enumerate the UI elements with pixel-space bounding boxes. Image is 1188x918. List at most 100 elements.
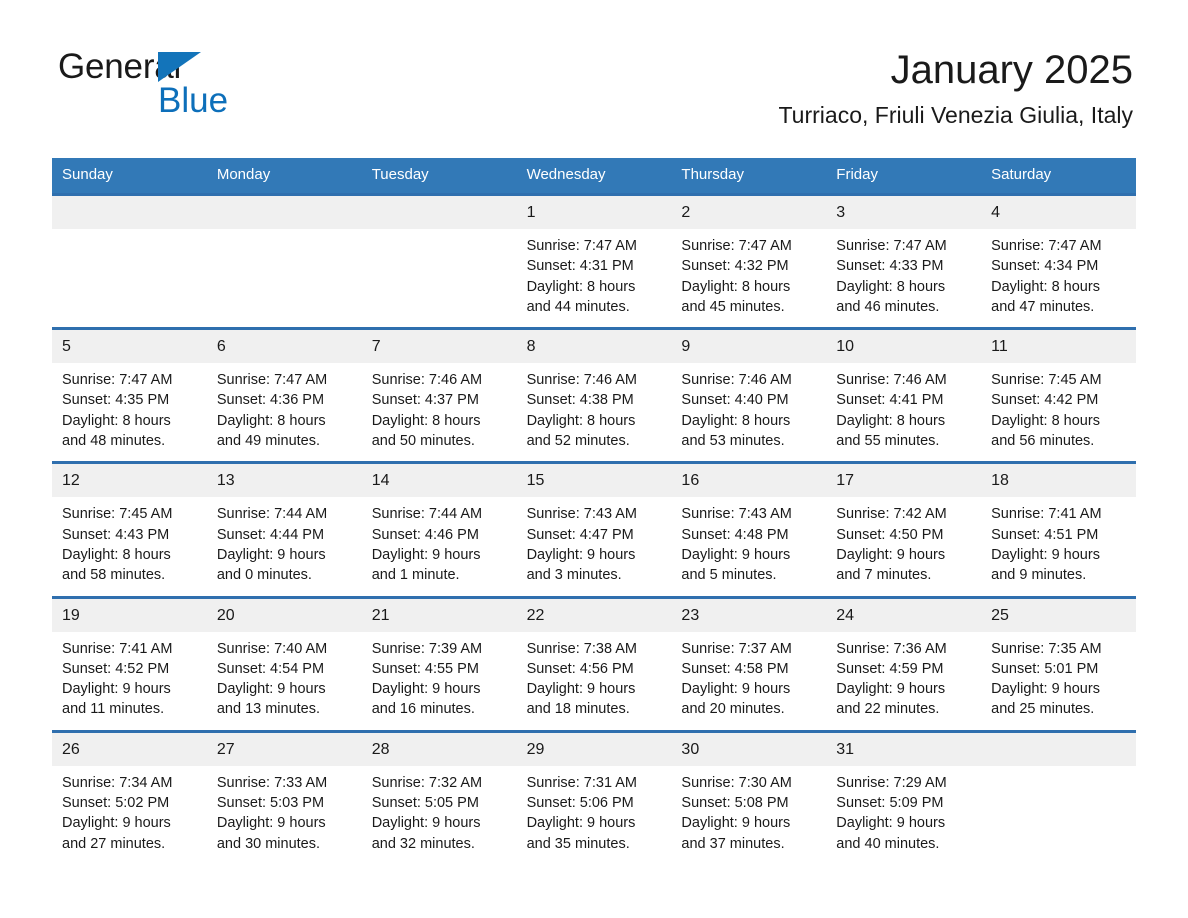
day-number[interactable]: 4 [981,196,1136,229]
sunrise-text: Sunrise: 7:47 AM [991,238,1102,254]
sunrise-text: Sunrise: 7:38 AM [526,640,637,657]
day-cell [981,766,1136,864]
sunset-text: Sunset: 4:35 PM [62,392,170,409]
day-cell[interactable]: Sunrise: 7:46 AM Sunset: 4:40 PM Dayligh… [671,363,826,461]
day-number[interactable]: 29 [517,733,672,766]
weekday-header-friday: Friday [836,166,878,183]
day-cell[interactable]: Sunrise: 7:44 AM Sunset: 4:46 PM Dayligh… [362,497,517,595]
day-number[interactable]: 26 [52,733,207,766]
day-number[interactable]: 19 [52,599,207,632]
daylight-text-line1: Daylight: 9 hours [991,546,1100,563]
day-number[interactable]: 14 [362,464,517,497]
sunrise-text: Sunrise: 7:47 AM [216,372,328,389]
sunrise-text: Sunrise: 7:29 AM [836,774,947,791]
day-number[interactable]: 8 [517,330,672,363]
day-cell[interactable]: Sunrise: 7:35 AM Sunset: 5:01 PM Dayligh… [981,632,1136,730]
day-cell[interactable]: Sunrise: 7:44 AM Sunset: 4:44 PM Dayligh… [207,497,362,595]
day-cell[interactable]: Sunrise: 7:41 AM Sunset: 4:52 PM Dayligh… [52,632,207,730]
day-cell[interactable]: Sunrise: 7:32 AM Sunset: 5:05 PM Dayligh… [362,766,517,864]
day-cell[interactable]: Sunrise: 7:33 AM Sunset: 5:03 PM Dayligh… [207,766,362,864]
day-cell[interactable]: Sunrise: 7:47 AM Sunset: 4:33 PM Dayligh… [826,229,981,327]
page-subtitle: Turriaco, Friuli Venezia Giulia, Italy [778,102,1133,128]
sunset-text: Sunset: 4:42 PM [991,392,1099,409]
daylight-text-line1: Daylight: 8 hours [681,412,791,429]
sunrise-text: Sunrise: 7:35 AM [991,640,1102,657]
daylight-text-line1: Daylight: 9 hours [62,681,171,698]
day-cell[interactable]: Sunrise: 7:31 AM Sunset: 5:06 PM Dayligh… [517,766,672,864]
day-cell[interactable]: Sunrise: 7:47 AM Sunset: 4:36 PM Dayligh… [207,363,362,461]
daylight-text-line2: and 45 minutes. [681,298,785,315]
sunrise-text: Sunrise: 7:32 AM [371,774,483,791]
day-cell[interactable]: Sunrise: 7:43 AM Sunset: 4:47 PM Dayligh… [517,497,672,595]
day-cell[interactable]: Sunrise: 7:47 AM Sunset: 4:35 PM Dayligh… [52,363,207,461]
day-number[interactable]: 25 [981,599,1136,632]
day-number[interactable]: 11 [981,330,1136,363]
day-number[interactable] [981,733,1136,766]
day-cell[interactable]: Sunrise: 7:40 AM Sunset: 4:54 PM Dayligh… [207,632,362,730]
day-number[interactable]: 3 [826,196,981,229]
day-number[interactable]: 13 [207,464,362,497]
daylight-text-line2: and 22 minutes. [836,701,940,718]
calendar-grid: Sunday Monday Tuesday Wednesday Thursday… [52,158,1136,864]
day-number[interactable]: 7 [362,330,517,363]
day-number[interactable]: 6 [207,330,362,363]
logo-text-blue: Blue [158,81,229,120]
day-cell[interactable]: Sunrise: 7:47 AM Sunset: 4:31 PM Dayligh… [517,229,672,327]
day-number[interactable]: 12 [52,464,207,497]
day-number[interactable]: 22 [517,599,672,632]
day-number[interactable]: 27 [207,733,362,766]
day-number[interactable]: 10 [826,330,981,363]
day-cell[interactable]: Sunrise: 7:36 AM Sunset: 4:59 PM Dayligh… [826,632,981,730]
day-number[interactable] [207,196,362,229]
day-cell[interactable]: Sunrise: 7:30 AM Sunset: 5:08 PM Dayligh… [671,766,826,864]
day-cell[interactable]: Sunrise: 7:34 AM Sunset: 5:02 PM Dayligh… [52,766,207,864]
day-number[interactable]: 16 [671,464,826,497]
day-number[interactable]: 30 [671,733,826,766]
daylight-text-line1: Daylight: 9 hours [836,681,946,698]
sunrise-text: Sunrise: 7:34 AM [62,774,173,791]
day-number[interactable]: 1 [517,196,672,229]
day-cell[interactable]: Sunrise: 7:29 AM Sunset: 5:09 PM Dayligh… [826,766,981,864]
day-number[interactable]: 21 [362,599,517,632]
daylight-text-line1: Daylight: 8 hours [62,546,171,563]
calendar-page: General Blue January 2025 Turriaco, Friu… [0,0,1188,918]
day-cell[interactable]: Sunrise: 7:41 AM Sunset: 4:51 PM Dayligh… [981,497,1136,595]
day-number[interactable]: 15 [517,464,672,497]
daylight-text-line1: Daylight: 9 hours [526,681,636,698]
day-number[interactable]: 5 [52,330,207,363]
day-number[interactable]: 31 [826,733,981,766]
day-cell[interactable]: Sunrise: 7:38 AM Sunset: 4:56 PM Dayligh… [517,632,672,730]
day-cell[interactable]: Sunrise: 7:43 AM Sunset: 4:48 PM Dayligh… [671,497,826,595]
sunset-text: Sunset: 5:09 PM [836,795,944,812]
day-cell[interactable]: Sunrise: 7:47 AM Sunset: 4:32 PM Dayligh… [671,229,826,327]
day-cell[interactable]: Sunrise: 7:46 AM Sunset: 4:38 PM Dayligh… [517,363,672,461]
sunset-text: Sunset: 4:51 PM [991,526,1099,543]
day-cell[interactable]: Sunrise: 7:37 AM Sunset: 4:58 PM Dayligh… [671,632,826,730]
day-cell[interactable]: Sunrise: 7:39 AM Sunset: 4:55 PM Dayligh… [362,632,517,730]
sunset-text: Sunset: 5:02 PM [62,795,170,812]
day-number[interactable]: 2 [671,196,826,229]
day-number[interactable]: 17 [826,464,981,497]
day-number[interactable]: 28 [362,733,517,766]
day-cell[interactable]: Sunrise: 7:45 AM Sunset: 4:42 PM Dayligh… [981,363,1136,461]
day-number[interactable] [52,196,207,229]
daylight-text-line2: and 16 minutes. [371,701,475,718]
day-number[interactable]: 20 [207,599,362,632]
day-cell[interactable]: Sunrise: 7:46 AM Sunset: 4:41 PM Dayligh… [826,363,981,461]
day-cell[interactable]: Sunrise: 7:46 AM Sunset: 4:37 PM Dayligh… [362,363,517,461]
day-cell[interactable]: Sunrise: 7:42 AM Sunset: 4:50 PM Dayligh… [826,497,981,595]
day-cell[interactable]: Sunrise: 7:47 AM Sunset: 4:34 PM Dayligh… [981,229,1136,327]
day-number[interactable]: 24 [826,599,981,632]
daylight-text-line1: Daylight: 9 hours [62,815,171,832]
sunrise-text: Sunrise: 7:42 AM [836,506,947,523]
day-number[interactable] [362,196,517,229]
day-cell[interactable]: Sunrise: 7:45 AM Sunset: 4:43 PM Dayligh… [52,497,207,595]
day-number[interactable]: 23 [671,599,826,632]
sunrise-text: Sunrise: 7:43 AM [681,506,792,523]
sunset-text: Sunset: 4:32 PM [681,258,789,275]
sunset-text: Sunset: 4:36 PM [216,392,325,409]
day-number[interactable]: 9 [671,330,826,363]
day-number[interactable]: 18 [981,464,1136,497]
general-blue-logo[interactable]: General Blue [58,48,358,124]
daylight-text-line1: Daylight: 8 hours [526,278,636,295]
